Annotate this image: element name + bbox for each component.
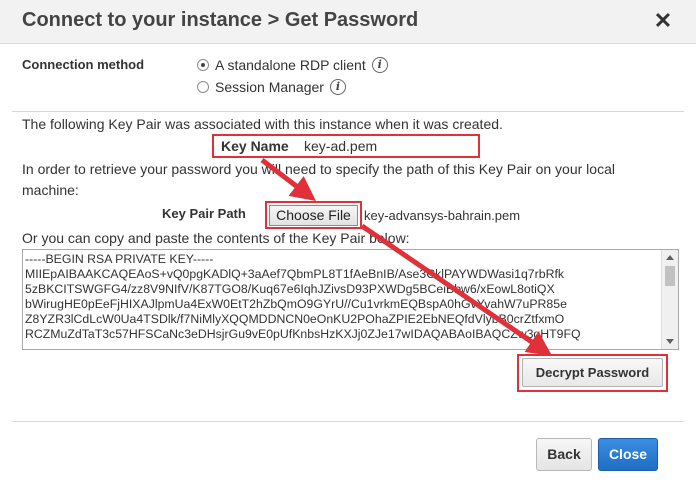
key-contents-line: Z8YZR3lCdLcW0Ua4TSDlk/f7NiMlyXQQMDDNCN0e… [25,312,565,326]
footer-divider [12,421,684,422]
dialog-header: Connect to your instance > Get Password … [0,0,696,44]
connection-method-label: Connection method [22,57,145,72]
scroll-thumb[interactable] [665,266,675,286]
radio-label-session-manager: Session Manager [215,79,324,95]
radio-option-rdp-client[interactable]: A standalone RDP client i [197,55,388,75]
scroll-down-arrow-icon[interactable] [666,339,674,344]
key-pair-path-label: Key Pair Path [162,206,246,221]
key-name-label: Key Name [221,138,289,154]
section-divider [12,111,684,112]
paste-instructions: Or you can copy and paste the contents o… [22,230,410,246]
radio-button-selected[interactable] [197,59,209,71]
scroll-up-arrow-icon[interactable] [666,255,674,260]
key-contents-line: 5zBKCITSWGFG4/zz8V9NIfV/K87TGO8/Kuq67e6I… [25,282,555,296]
retrieve-instructions-line2: machine: [22,182,79,198]
radio-button[interactable] [197,81,209,93]
key-name-value: key-ad.pem [304,138,378,154]
key-contents-line: RCZMuZdTaT3c57HFSCaNc3eDHsjrGu9vE0pUfKnb… [25,327,581,341]
back-button[interactable]: Back [536,438,592,471]
close-icon[interactable]: ✕ [652,9,674,33]
info-icon[interactable]: i [371,57,388,73]
choose-file-button[interactable]: Choose File [269,205,358,226]
dialog-title: Connect to your instance > Get Password [22,9,419,31]
key-contents-line: -----BEGIN RSA PRIVATE KEY----- [25,252,214,266]
textarea-scrollbar[interactable] [661,250,678,349]
key-contents-line: MIIEpAIBAAKCAQEAoS+vQ0pgKADlQ+3aAef7QbmP… [25,267,565,281]
retrieve-instructions-line1: In order to retrieve your password you w… [22,161,615,177]
radio-option-session-manager[interactable]: Session Manager i [197,77,346,97]
chosen-file-name: key-advansys-bahrain.pem [364,208,521,223]
key-pair-associated-text: The following Key Pair was associated wi… [22,116,503,132]
decrypt-password-button[interactable]: Decrypt Password [522,358,663,387]
info-icon[interactable]: i [329,79,346,95]
key-pair-contents-text: -----BEGIN RSA PRIVATE KEY----- MIIEpAIBA… [25,252,659,342]
radio-label-rdp-client: A standalone RDP client [215,57,366,73]
key-pair-contents-textarea[interactable]: -----BEGIN RSA PRIVATE KEY----- MIIEpAIBA… [22,249,679,350]
key-contents-line: bWirugHE0pEeFjHIXAJlpmUa4ExW0EtT2hZbQmO9… [25,297,567,311]
close-button[interactable]: Close [598,438,658,471]
